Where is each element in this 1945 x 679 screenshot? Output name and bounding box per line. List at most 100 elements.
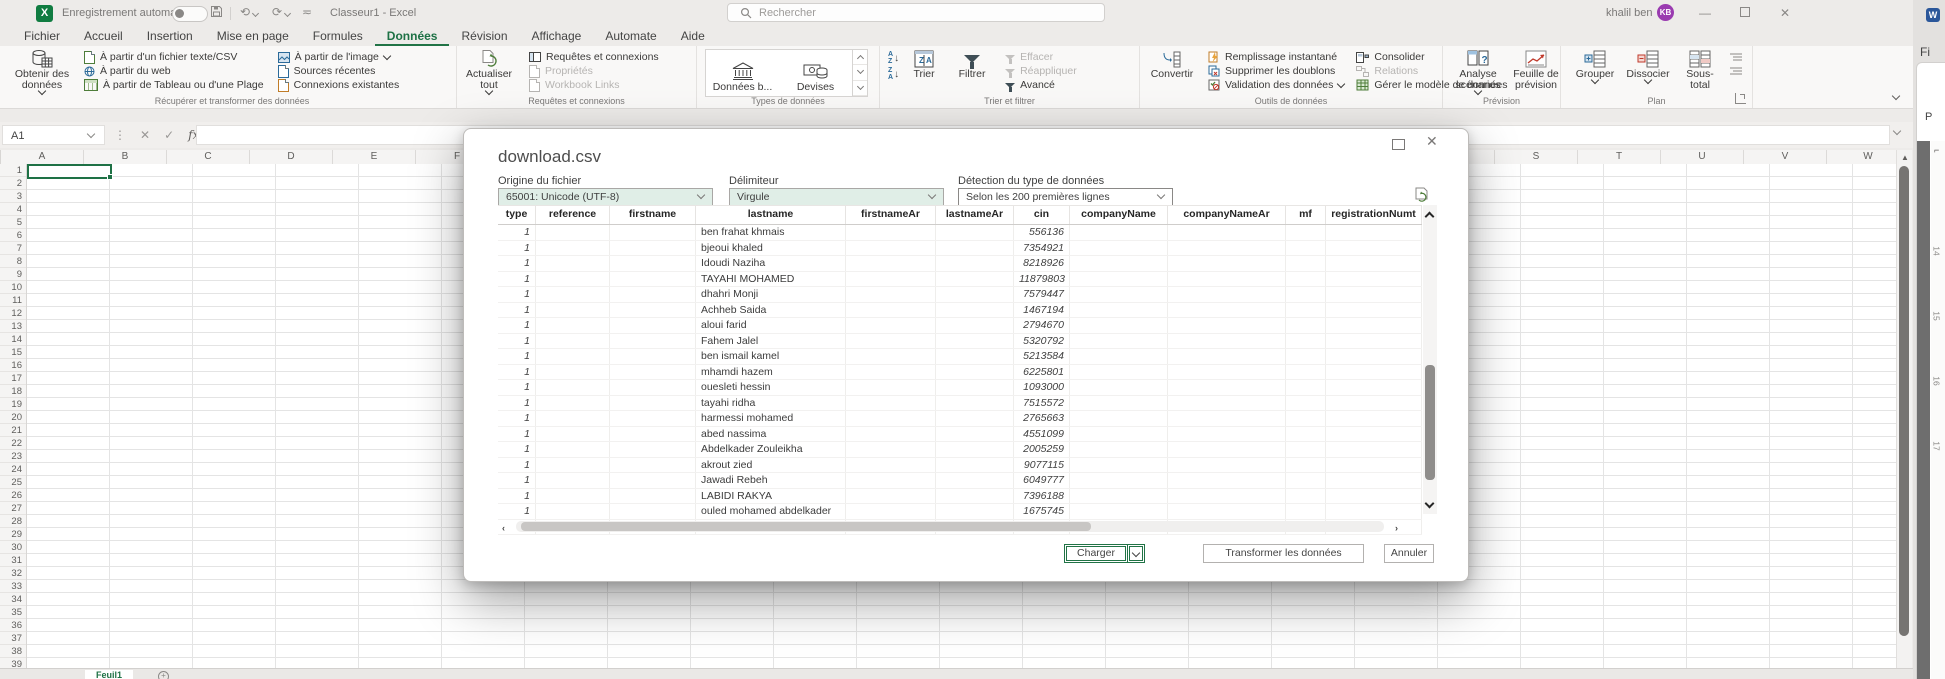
refresh-all-button[interactable]: Actualiser tout <box>457 48 521 96</box>
row-header-22[interactable]: 22 <box>0 437 26 450</box>
preview-scroll-right-icon[interactable]: › <box>1395 523 1398 533</box>
row-header-5[interactable]: 5 <box>0 216 26 229</box>
menu-tab-mise-en-page[interactable]: Mise en page <box>205 27 301 46</box>
avatar[interactable]: KB <box>1657 4 1674 21</box>
preview-vertical-scrollbar[interactable] <box>1423 205 1437 514</box>
get-data-button[interactable]: Obtenir des données <box>8 48 76 96</box>
column-header-E[interactable]: E <box>333 150 416 164</box>
column-header-A[interactable]: A <box>1 150 84 164</box>
menu-tab-formules[interactable]: Formules <box>301 27 375 46</box>
confirm-entry-icon[interactable]: ✓ <box>164 128 174 142</box>
column-header-C[interactable]: C <box>167 150 250 164</box>
row-header-15[interactable]: 15 <box>0 346 26 359</box>
menu-tab-insertion[interactable]: Insertion <box>135 27 205 46</box>
row-header-24[interactable]: 24 <box>0 463 26 476</box>
load-button[interactable]: Charger <box>1064 544 1128 563</box>
menu-tab-revision[interactable]: Révision <box>449 27 519 46</box>
undo-icon[interactable]: ⟲ <box>240 5 260 19</box>
gallery-more-button[interactable] <box>853 81 867 96</box>
outline-dialog-launcher-icon[interactable] <box>1735 93 1746 104</box>
row-header-36[interactable]: 36 <box>0 619 26 632</box>
subtotal-button[interactable]: Sous-total <box>1675 48 1725 92</box>
row-header-1[interactable]: 1 <box>0 164 26 177</box>
from-text-csv-button[interactable]: À partir d'un fichier texte/CSV <box>84 50 264 64</box>
column-header-D[interactable]: D <box>250 150 333 164</box>
autosave-toggle[interactable] <box>172 6 208 22</box>
minimize-button[interactable]: — <box>1688 0 1722 26</box>
sort-button[interactable]: ZA Trier <box>901 48 947 81</box>
workbook-links-button[interactable]: Workbook Links <box>529 78 659 92</box>
row-header-17[interactable]: 17 <box>0 372 26 385</box>
search-input[interactable]: Rechercher <box>727 3 1105 22</box>
row-header-20[interactable]: 20 <box>0 411 26 424</box>
gallery-up-button[interactable] <box>853 50 867 66</box>
forecast-sheet-button[interactable]: Feuille de prévision <box>1507 48 1565 92</box>
origin-select[interactable]: 65001: Unicode (UTF-8) <box>498 188 713 206</box>
from-image-button[interactable]: À partir de l'image <box>277 50 400 64</box>
from-table-range-button[interactable]: À partir de Tableau ou d'une Plage <box>84 78 264 92</box>
transform-data-button[interactable]: Transformer les données <box>1203 544 1364 563</box>
row-header-11[interactable]: 11 <box>0 294 26 307</box>
row-header-31[interactable]: 31 <box>0 554 26 567</box>
restore-button[interactable] <box>1728 0 1762 26</box>
delimiter-select[interactable]: Virgule <box>729 188 944 206</box>
row-header-30[interactable]: 30 <box>0 541 26 554</box>
row-header-38[interactable]: 38 <box>0 645 26 658</box>
row-header-12[interactable]: 12 <box>0 307 26 320</box>
menu-tab-affichage[interactable]: Affichage <box>520 27 594 46</box>
menu-tab-aide[interactable]: Aide <box>669 27 717 46</box>
filter-button[interactable]: Filtrer <box>947 48 997 81</box>
column-header-S[interactable]: S <box>1495 150 1578 164</box>
namebox-menu-icon[interactable]: ⋮ <box>114 128 126 142</box>
cancel-button[interactable]: Annuler <box>1384 544 1434 563</box>
properties-button[interactable]: Propriétés <box>529 64 659 78</box>
row-header-27[interactable]: 27 <box>0 502 26 515</box>
save-icon[interactable] <box>210 5 223 21</box>
preview-scroll-left-icon[interactable]: ‹ <box>502 523 505 533</box>
data-validation-button[interactable]: Validation des données <box>1208 78 1346 92</box>
row-header-29[interactable]: 29 <box>0 528 26 541</box>
from-web-button[interactable]: À partir du web <box>84 64 264 78</box>
row-header-8[interactable]: 8 <box>0 255 26 268</box>
row-header-6[interactable]: 6 <box>0 229 26 242</box>
row-header-33[interactable]: 33 <box>0 580 26 593</box>
gallery-down-button[interactable] <box>853 65 867 81</box>
row-header-18[interactable]: 18 <box>0 385 26 398</box>
word-logo-icon[interactable]: W <box>1926 8 1940 22</box>
preview-horizontal-scrollbar[interactable]: ‹ › <box>502 521 1398 533</box>
row-header-25[interactable]: 25 <box>0 476 26 489</box>
column-header-T[interactable]: T <box>1578 150 1661 164</box>
sheet-tab-feuil1[interactable]: Feuil1 <box>85 670 133 679</box>
expand-formula-bar-icon[interactable] <box>1892 126 1902 136</box>
row-header-23[interactable]: 23 <box>0 450 26 463</box>
dialog-maximize-icon[interactable] <box>1392 139 1405 150</box>
hide-detail-button[interactable] <box>1729 64 1743 78</box>
row-header-3[interactable]: 3 <box>0 190 26 203</box>
grid-vertical-scrollbar[interactable]: ▲ <box>1896 150 1912 668</box>
row-header-10[interactable]: 10 <box>0 281 26 294</box>
background-file-tab[interactable]: Fi <box>1920 45 1930 59</box>
text-to-columns-button[interactable]: Convertir <box>1144 48 1200 81</box>
sort-az-button[interactable]: A Z ↓ <box>886 50 901 66</box>
row-header-37[interactable]: 37 <box>0 632 26 645</box>
grid-scroll-thumb[interactable] <box>1899 166 1909 636</box>
scroll-up-icon[interactable]: ▲ <box>1901 153 1909 162</box>
column-header-B[interactable]: B <box>84 150 167 164</box>
row-header-14[interactable]: 14 <box>0 333 26 346</box>
user-name[interactable]: khalil ben <box>1606 7 1652 19</box>
what-if-analysis-button[interactable]: ? Analyse scénarios <box>1449 48 1507 96</box>
active-cell[interactable] <box>27 164 113 180</box>
excel-logo-icon[interactable]: X <box>36 5 53 22</box>
dialog-close-icon[interactable]: ✕ <box>1426 133 1438 150</box>
menu-tab-fichier[interactable]: Fichier <box>12 27 72 46</box>
queries-connections-button[interactable]: Requêtes et connexions <box>529 50 659 64</box>
row-header-16[interactable]: 16 <box>0 359 26 372</box>
row-header-35[interactable]: 35 <box>0 606 26 619</box>
reapply-filter-button[interactable]: Réappliquer <box>1005 64 1077 78</box>
row-header-32[interactable]: 32 <box>0 567 26 580</box>
currency-datatype-tile[interactable]: Devises <box>779 50 852 96</box>
recent-sources-button[interactable]: Sources récentes <box>277 64 400 78</box>
menu-tab-accueil[interactable]: Accueil <box>72 27 135 46</box>
preview-scroll-thumb[interactable] <box>1425 365 1435 480</box>
row-header-4[interactable]: 4 <box>0 203 26 216</box>
